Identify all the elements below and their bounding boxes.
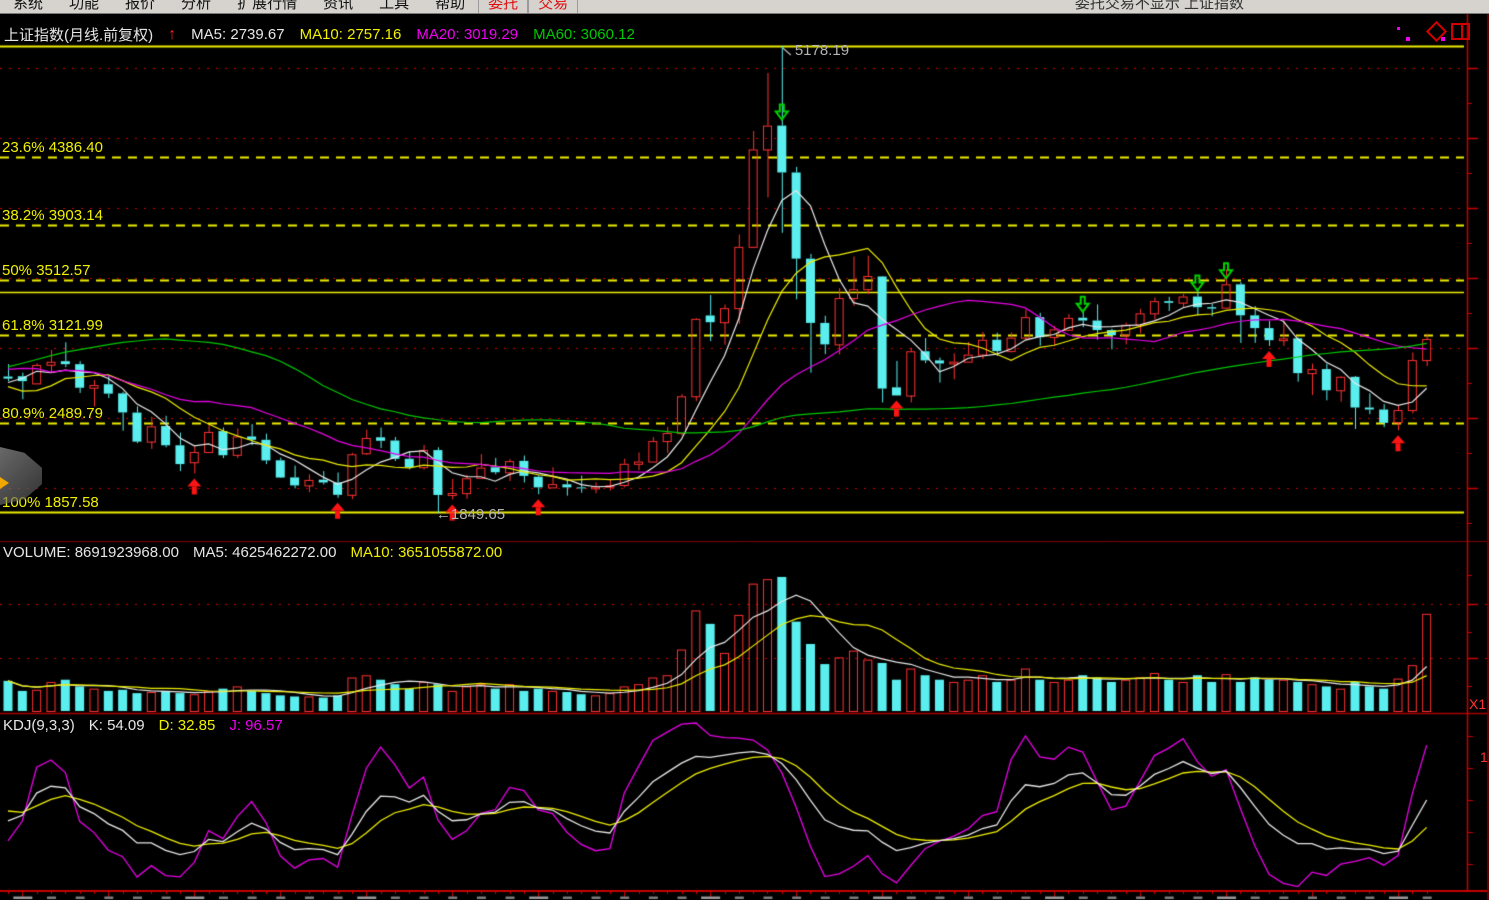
ma-readout-list: MA5: 2739.67 MA10: 2757.16 MA20: 3019.29 MA… — [191, 26, 635, 43]
menu-item-broker[interactable]: 委托 — [478, 0, 528, 13]
trough-price-annotation: ←1849.65 — [436, 506, 505, 523]
kdj-d-value: D: 32.85 — [159, 717, 216, 734]
menu-item-info[interactable]: 资讯 — [310, 0, 366, 13]
menu-item-analysis[interactable]: 分析 — [168, 0, 224, 13]
ma-readout-0: MA5: 2739.67 — [191, 26, 284, 43]
menu-item-trade[interactable]: 交易 — [528, 0, 578, 13]
kdj-k-value: K: 54.09 — [89, 717, 145, 734]
drawtool-dot-icon — [1406, 37, 1410, 41]
stock-app-window: 系统 功能 报价 分析 扩展行情 资讯 工具 帮助 委托 交易 委托交易不显示 … — [0, 0, 1489, 900]
volume-header-row: VOLUME: 8691923968.00 MA5: 4625462272.00… — [3, 544, 502, 561]
ma-readout-3: MA60: 3060.12 — [533, 26, 635, 43]
menu-item-help[interactable]: 帮助 — [422, 0, 478, 13]
menu-item-quotes[interactable]: 报价 — [112, 0, 168, 13]
chart-header-row: 上证指数(月线.前复权) ↑ MA5: 2739.67 MA10: 2757.16… — [4, 24, 635, 45]
stock-chart-canvas[interactable] — [0, 0, 1489, 900]
kdj-name: KDJ(9,3,3) — [3, 717, 75, 734]
volume-ma5-value: MA5: 4625462272.00 — [193, 544, 336, 561]
menu-right-status: 委托交易不显示 上证指数 — [1075, 0, 1244, 13]
menu-item-tools[interactable]: 工具 — [366, 0, 422, 13]
drawtool-dot-icon — [1441, 37, 1445, 41]
menu-bar: 系统 功能 报价 分析 扩展行情 资讯 工具 帮助 委托 交易 委托交易不显示 … — [0, 0, 1489, 14]
menu-item-function[interactable]: 功能 — [56, 0, 112, 13]
volume-value: VOLUME: 8691923968.00 — [3, 544, 179, 561]
sidebar-arrow-icon — [0, 477, 9, 489]
volume-scale-multiplier-label: X1 — [1469, 696, 1486, 712]
peak-price-annotation: 5178.19 — [795, 42, 849, 59]
menu-item-system[interactable]: 系统 — [0, 0, 56, 13]
menu-item-ext-market[interactable]: 扩展行情 — [224, 0, 310, 13]
symbol-title: 上证指数(月线.前复权) — [4, 24, 153, 45]
up-arrow-icon: ↑ — [168, 26, 176, 44]
drawtool-dot-icon — [1397, 27, 1400, 30]
volume-ma10-value: MA10: 3651055872.00 — [350, 544, 502, 561]
kdj-header-row: KDJ(9,3,3) K: 54.09 D: 32.85 J: 96.57 — [3, 717, 283, 734]
ma-readout-1: MA10: 2757.16 — [300, 26, 402, 43]
ma-readout-2: MA20: 3019.29 — [416, 26, 518, 43]
split-window-icon[interactable] — [1451, 23, 1470, 40]
kdj-j-value: J: 96.57 — [229, 717, 282, 734]
clipped-scale-label: 1 — [1480, 749, 1488, 765]
